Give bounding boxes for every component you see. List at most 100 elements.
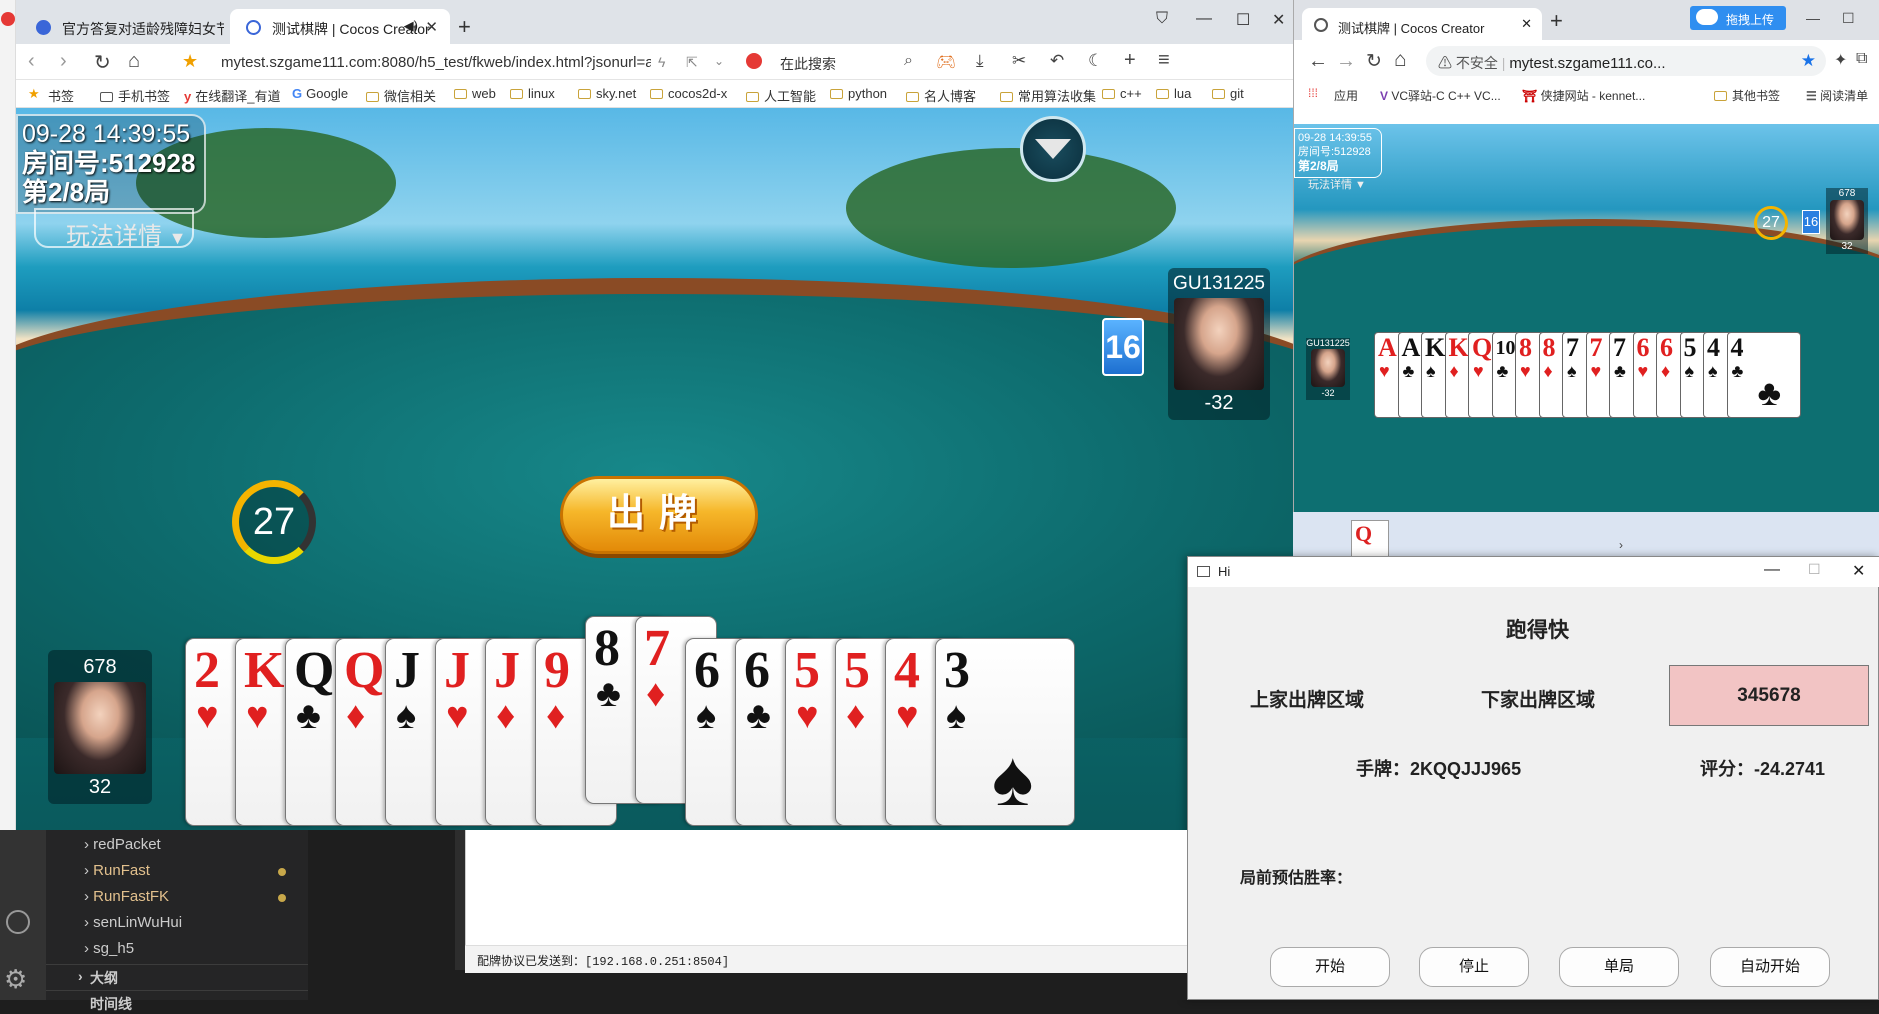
start-button[interactable]: 开始: [1270, 947, 1390, 987]
rb-game-canvas[interactable]: 09-28 14:39:55 房间号:512928 第2/8局 玩法详情 ▼ 2…: [1294, 124, 1879, 512]
timeline-header[interactable]: 时间线: [46, 990, 308, 1014]
dialog-close-button[interactable]: ✕: [1852, 561, 1865, 581]
rb-upload-button[interactable]: 拖拽上传: [1690, 6, 1786, 30]
app-logo-icon[interactable]: [1, 12, 15, 26]
stop-button[interactable]: 停止: [1419, 947, 1529, 987]
search-field[interactable]: 在此搜索: [780, 54, 836, 74]
moon-icon[interactable]: ☾: [1088, 51, 1103, 71]
tab-cocos-game[interactable]: 测试棋牌 | Cocos Creator ◀) ✕: [230, 9, 450, 44]
bookmark-item[interactable]: ⛩ 侠捷网站 - kennet...: [1522, 87, 1645, 104]
gamepad-icon[interactable]: 🎮︎: [936, 52, 956, 72]
rb-self-seat[interactable]: GU131225 -32: [1306, 338, 1350, 400]
back-icon[interactable]: ←: [1308, 50, 1328, 73]
explorer-folder[interactable]: › RunFastFK: [84, 888, 294, 905]
bookmark-item[interactable]: 应用: [1334, 87, 1358, 104]
download-icon[interactable]: ⤓: [976, 51, 984, 71]
home-icon[interactable]: ⌂: [1394, 48, 1407, 72]
explorer-folder[interactable]: › RunFast: [84, 862, 294, 879]
search-icon[interactable]: ⌕: [904, 52, 913, 70]
bookmark-folder[interactable]: python: [830, 86, 887, 101]
bookmark-folder[interactable]: linux: [510, 86, 555, 101]
menu-icon[interactable]: ≡: [1158, 49, 1170, 72]
plus-icon[interactable]: +: [1124, 49, 1136, 72]
hand-card[interactable]: 3 ♠ ♠: [935, 638, 1075, 826]
dropdown-icon[interactable]: ⌄: [714, 54, 724, 68]
bookmark-folder[interactable]: web: [454, 86, 496, 101]
settings-gear-icon[interactable]: ⚙: [4, 964, 27, 995]
bookmark-folder[interactable]: cocos2d-x: [650, 86, 727, 101]
bookmark-folder[interactable]: 名人博客: [906, 86, 976, 105]
game-canvas[interactable]: 09-28 14:39:55 房间号:512928 第2/8局 玩法详情 ▼ G…: [16, 108, 1293, 830]
explorer-folder[interactable]: › senLinWuHui: [84, 914, 182, 931]
maximize-button[interactable]: ☐: [1236, 10, 1250, 30]
home-icon[interactable]: ⌂: [128, 50, 140, 73]
bookmark-folder[interactable]: 其他书签: [1714, 87, 1780, 104]
bookmark-item[interactable]: ☰ 阅读清单: [1806, 87, 1868, 104]
play-cards-button[interactable]: 出牌: [560, 476, 758, 554]
rules-button[interactable]: 玩法详情 ▼: [34, 208, 194, 250]
rb-tab-cocos[interactable]: 测试棋牌 | Cocos Creator ✕: [1302, 8, 1542, 40]
close-tab-icon[interactable]: ✕: [425, 18, 438, 36]
card-rank: J: [394, 642, 420, 699]
explorer-folder[interactable]: › redPacket: [84, 836, 161, 853]
url-field[interactable]: mytest.szgame111.com:8080/h5_test/fkweb/…: [221, 54, 651, 71]
rb-bookmarks: ⁞⁞⁞ 应用 V VC驿站-C C++ VC... ⛩ 侠捷网站 - kenne…: [1294, 80, 1879, 108]
rb-rules-button[interactable]: 玩法详情 ▼: [1308, 176, 1366, 192]
self-seat[interactable]: 678 32: [48, 650, 152, 804]
extension-icon[interactable]: ✦: [1834, 50, 1847, 70]
card-rank: 8: [1542, 333, 1556, 362]
tab-news[interactable]: 官方答复对适龄残障妇女节育建议_百: [20, 9, 224, 44]
rb-new-tab-button[interactable]: +: [1550, 8, 1563, 34]
bookmark-folder[interactable]: 微信相关: [366, 86, 436, 105]
reload-icon[interactable]: ↻: [1366, 50, 1382, 73]
bookmark-item[interactable]: 手机书签: [100, 86, 170, 105]
bookmark-folder[interactable]: lua: [1156, 86, 1191, 101]
rb-maximize-button[interactable]: ☐: [1842, 10, 1855, 27]
bookmark-item[interactable]: 书签: [48, 86, 74, 105]
undo-icon[interactable]: ↶: [1050, 51, 1064, 71]
forward-icon[interactable]: ›: [60, 50, 67, 73]
forward-icon[interactable]: →: [1336, 50, 1356, 73]
rb-omnibox[interactable]: ⚠ 不安全 | mytest.szgame111.co... ★: [1426, 46, 1826, 76]
back-icon[interactable]: ‹: [28, 50, 35, 73]
bookmark-folder[interactable]: 人工智能: [746, 86, 816, 105]
shirt-icon[interactable]: ⛉: [1156, 10, 1168, 28]
bookmark-folder[interactable]: sky.net: [578, 86, 636, 101]
rb-hand-card[interactable]: 4 ♣ ♣: [1726, 332, 1801, 418]
rb-opponent-seat[interactable]: 678 32: [1826, 188, 1868, 254]
rb-minimize-button[interactable]: —: [1806, 10, 1820, 26]
bookmark-folder[interactable]: c++: [1102, 86, 1142, 101]
reload-icon[interactable]: ↻: [94, 50, 111, 75]
auto-start-button[interactable]: 自动开始: [1710, 947, 1830, 987]
scroll-arrow-icon[interactable]: ›: [1619, 538, 1623, 552]
puzzle-icon[interactable]: ⧉: [1856, 50, 1867, 68]
minimize-button[interactable]: —: [1196, 10, 1212, 28]
bookmark-folder[interactable]: git: [1212, 86, 1244, 101]
single-round-button[interactable]: 单局: [1559, 947, 1679, 987]
bookmark-item[interactable]: G Google: [292, 86, 348, 101]
star-icon[interactable]: ★: [182, 51, 198, 72]
lightning-icon[interactable]: ϟ: [658, 54, 665, 70]
outline-header[interactable]: › 大纲: [46, 964, 308, 988]
scissors-icon[interactable]: ✂: [1012, 51, 1026, 71]
search-engine-icon[interactable]: [746, 53, 762, 69]
new-tab-button[interactable]: +: [458, 14, 471, 40]
explorer-folder[interactable]: › sg_h5: [84, 940, 134, 957]
dialog-maximize-button[interactable]: ☐: [1808, 561, 1821, 578]
rb-turn-timer: 27: [1754, 206, 1788, 240]
opponent-seat[interactable]: GU131225 -32: [1168, 268, 1270, 420]
star-icon[interactable]: ★: [1801, 51, 1816, 71]
close-tab-icon[interactable]: ✕: [1521, 16, 1532, 32]
bookmark-folder[interactable]: 常用算法收集: [1000, 86, 1096, 105]
card-rank: 8: [1519, 333, 1532, 362]
bookmark-item[interactable]: y 在线翻译_有道: [184, 86, 280, 105]
speaker-icon[interactable]: ◀): [404, 18, 418, 34]
close-window-button[interactable]: ✕: [1272, 10, 1285, 30]
apps-icon[interactable]: ⁞⁞⁞: [1308, 86, 1318, 100]
account-icon[interactable]: [6, 910, 30, 934]
dialog-minimize-button[interactable]: —: [1764, 561, 1780, 579]
dropdown-menu-button[interactable]: [1020, 116, 1086, 182]
bookmark-item[interactable]: V VC驿站-C C++ VC...: [1380, 87, 1501, 104]
card-suit-icon: ♦: [546, 695, 566, 737]
share-icon[interactable]: ⇱: [686, 54, 698, 71]
